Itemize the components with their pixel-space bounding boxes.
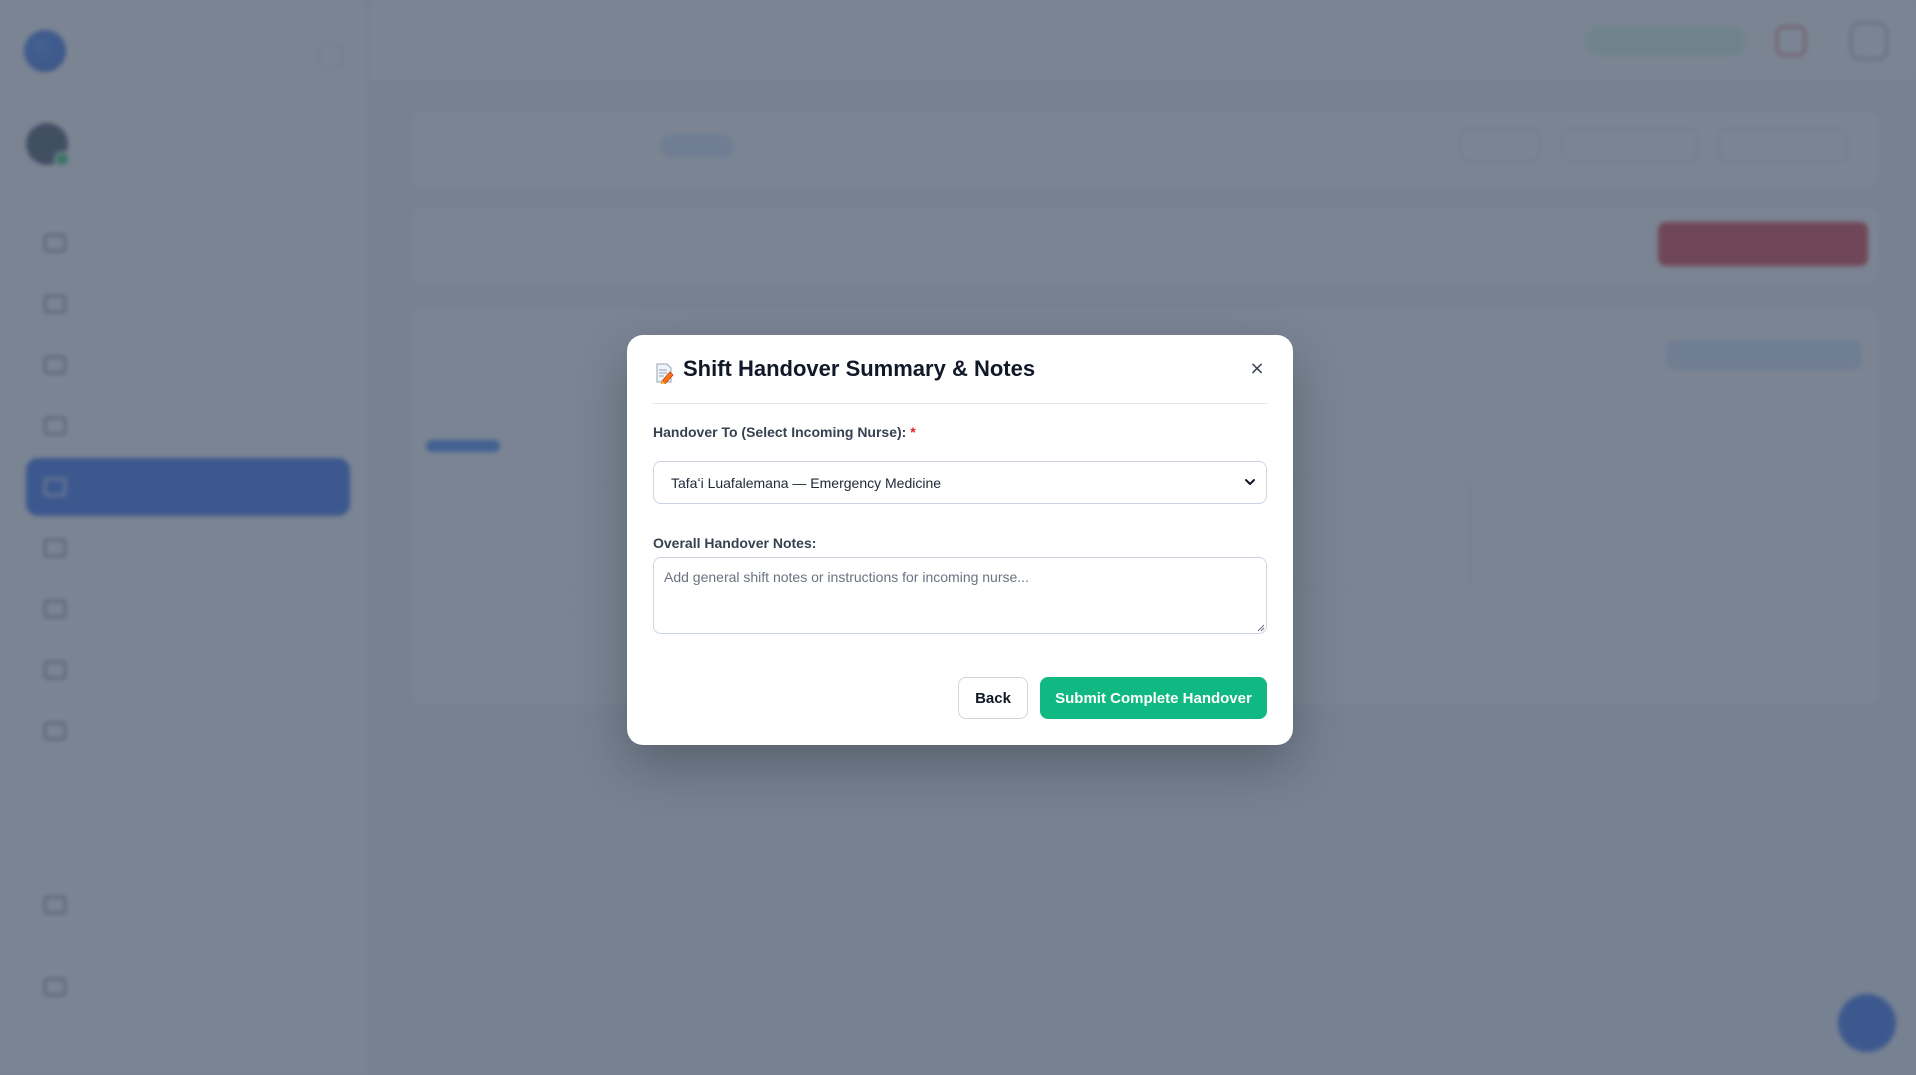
chevron-down-icon: [1245, 479, 1255, 485]
required-marker: *: [910, 424, 916, 440]
incoming-nurse-selected-value: Tafaʻi Luafalemana — Emergency Medicine: [671, 474, 942, 491]
handover-modal: Shift Handover Summary & Notes × Handove…: [627, 335, 1293, 745]
modal-title: Shift Handover Summary & Notes: [683, 356, 1036, 381]
notes-field-label: Overall Handover Notes:: [653, 535, 817, 551]
memo-icon: [656, 363, 674, 384]
submit-handover-button[interactable]: Submit Complete Handover: [1040, 677, 1267, 719]
incoming-nurse-select[interactable]: Tafaʻi Luafalemana — Emergency Medicine: [653, 461, 1267, 504]
resize-handle-icon[interactable]: [1257, 624, 1265, 632]
nurse-field-label: Handover To (Select Incoming Nurse): *: [653, 424, 916, 440]
back-button[interactable]: Back: [958, 677, 1028, 719]
close-icon[interactable]: ×: [1247, 359, 1267, 379]
handover-notes-textarea[interactable]: [653, 557, 1267, 634]
modal-header: Shift Handover Summary & Notes ×: [653, 335, 1267, 404]
nurse-field-label-text: Handover To (Select Incoming Nurse):: [653, 424, 907, 440]
